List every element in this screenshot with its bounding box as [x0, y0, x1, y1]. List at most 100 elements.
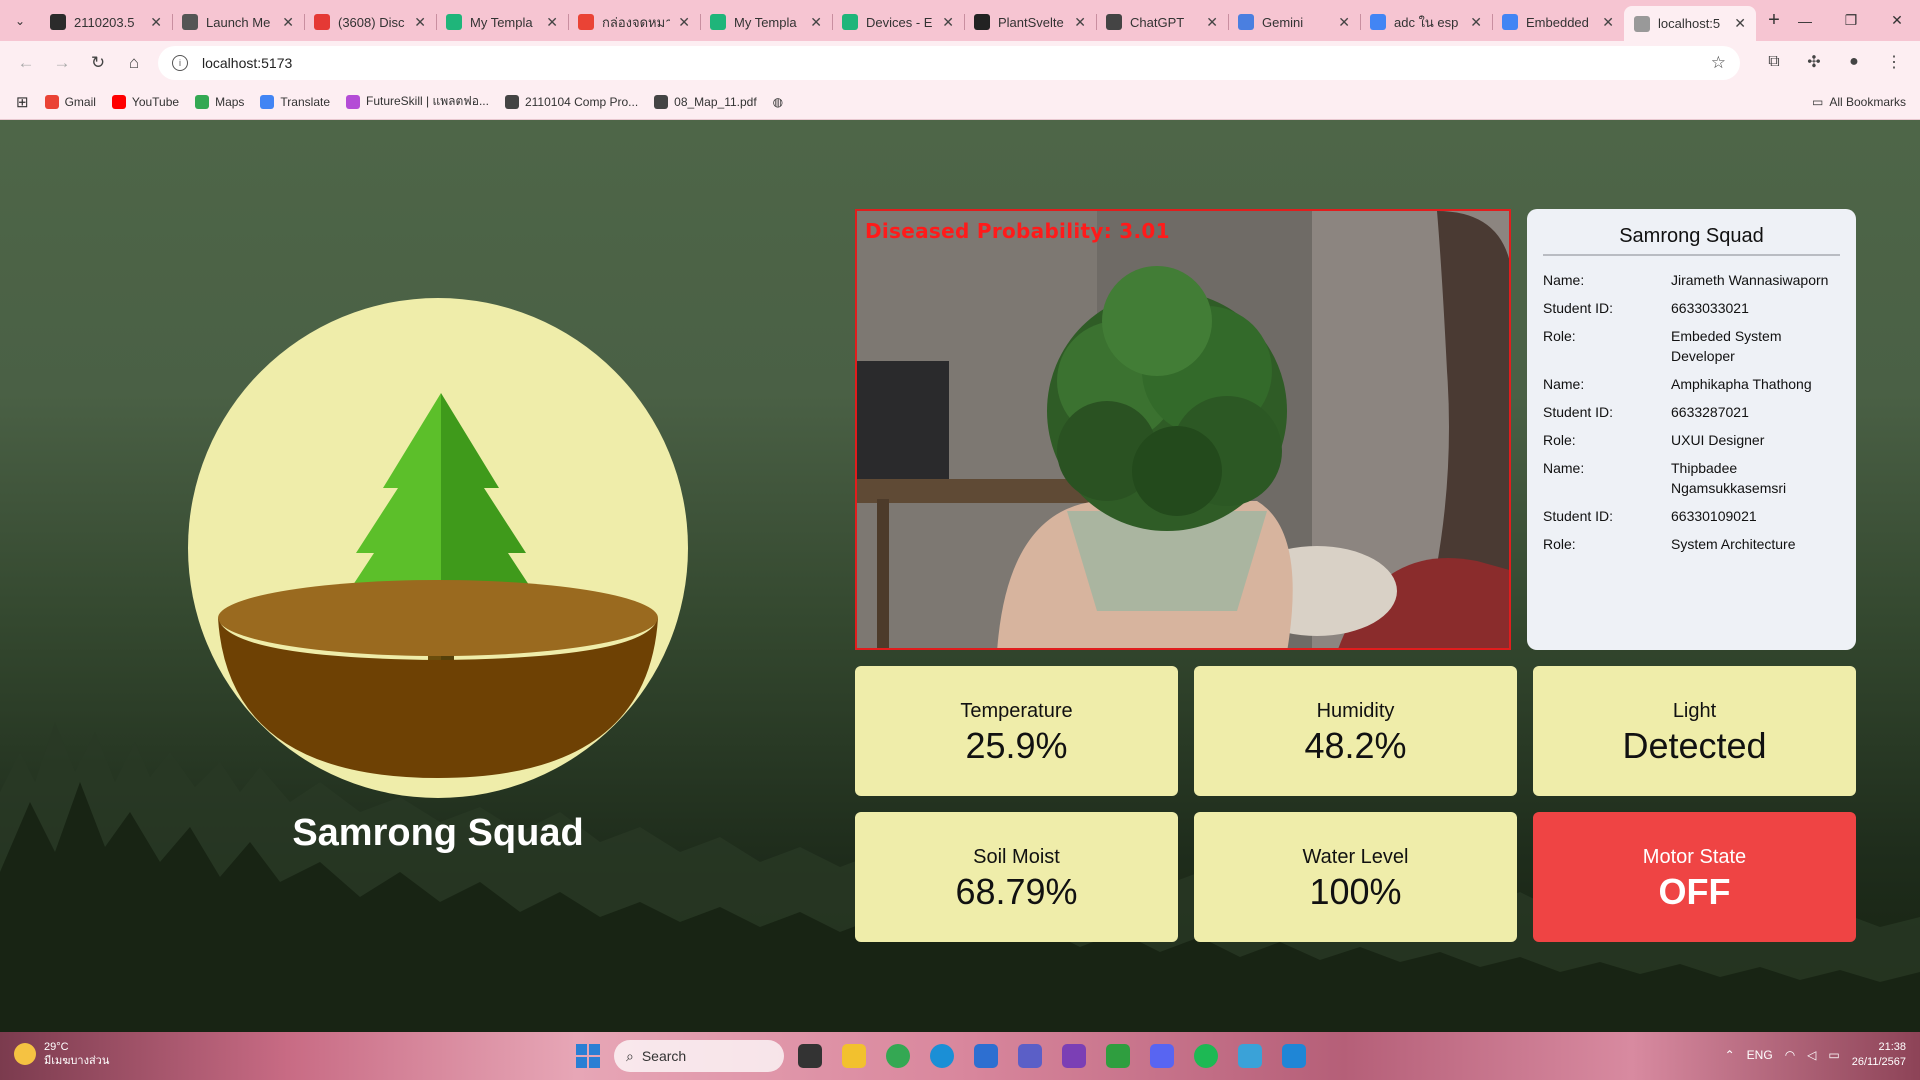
bookmark-item[interactable]: FutureSkill | แพลตฟอ...: [346, 92, 489, 111]
file-explorer-icon[interactable]: [836, 1038, 872, 1074]
stat-label: Light: [1672, 700, 1717, 722]
globe-icon[interactable]: ◍: [773, 95, 783, 109]
wifi-icon[interactable]: ◠: [1785, 1048, 1795, 1062]
tab-close-icon[interactable]: ✕: [942, 14, 954, 31]
tab-close-icon[interactable]: ✕: [810, 14, 822, 31]
member-id-key: Student ID:: [1543, 404, 1614, 420]
tab-close-icon[interactable]: ✕: [678, 14, 690, 31]
browser-tab[interactable]: 2110203.5 ✕: [40, 6, 172, 38]
weather-widget[interactable]: 29°C มีเมฆบางส่วน: [14, 1040, 109, 1068]
stat-value: Detected: [1622, 725, 1767, 766]
bookmark-item[interactable]: Translate: [260, 92, 330, 111]
tab-search-chevron-icon[interactable]: ⌄: [0, 0, 40, 41]
teams-icon[interactable]: [1012, 1038, 1048, 1074]
bookmark-label: FutureSkill | แพลตฟอ...: [366, 94, 489, 108]
back-icon[interactable]: ←: [8, 45, 44, 81]
tab-close-icon[interactable]: ✕: [1338, 14, 1350, 31]
stat-card: Soil Moist 68.79%: [855, 812, 1178, 942]
menu-kebab-icon[interactable]: ⋮: [1876, 44, 1912, 80]
cast-icon[interactable]: ⧉: [1756, 44, 1792, 80]
task-view-icon[interactable]: [792, 1038, 828, 1074]
github-desktop-icon[interactable]: [1056, 1038, 1092, 1074]
bookmark-label: Maps: [215, 94, 245, 109]
all-bookmarks-button[interactable]: ▭ All Bookmarks: [1812, 95, 1906, 109]
battery-icon[interactable]: ▭: [1828, 1048, 1839, 1062]
clock-time: 21:38: [1878, 1041, 1906, 1053]
tab-favicon-icon: [1370, 14, 1386, 30]
spotify-icon[interactable]: [1188, 1038, 1224, 1074]
browser-tab[interactable]: localhost:5 ✕: [1624, 6, 1756, 41]
taskbar-search[interactable]: ⌕ Search: [614, 1040, 784, 1072]
bookmark-item[interactable]: 2110104 Comp Pro...: [504, 92, 639, 111]
volume-icon[interactable]: ◁: [1807, 1048, 1816, 1062]
tab-close-icon[interactable]: ✕: [150, 14, 162, 31]
edge-icon[interactable]: [924, 1038, 960, 1074]
bookmark-star-icon[interactable]: ☆: [1711, 53, 1726, 73]
browser-tab[interactable]: My Templa ✕: [700, 6, 832, 38]
site-info-icon[interactable]: i: [172, 55, 188, 71]
tab-close-icon[interactable]: ✕: [1206, 14, 1218, 31]
member-role-key: Role:: [1543, 328, 1576, 344]
tab-close-icon[interactable]: ✕: [1602, 14, 1614, 31]
tab-close-icon[interactable]: ✕: [546, 14, 558, 31]
browser-tab[interactable]: adc ใน esp ✕: [1360, 6, 1492, 38]
browser-tab[interactable]: กล่องจดหมา ✕: [568, 6, 700, 38]
home-icon[interactable]: ⌂: [116, 45, 152, 81]
language-indicator[interactable]: ENG: [1747, 1048, 1773, 1062]
tab-close-icon[interactable]: ✕: [282, 14, 294, 31]
discord-icon[interactable]: [1144, 1038, 1180, 1074]
camera-image: [857, 211, 1509, 648]
extensions-icon[interactable]: ✣: [1796, 44, 1832, 80]
browser-tab[interactable]: (3608) Disc ✕: [304, 6, 436, 38]
tab-favicon-icon: [842, 14, 858, 30]
app-page: Samrong Squad Diseased Probability: 3.01…: [0, 120, 1920, 1032]
camera-feed: Diseased Probability: 3.01: [855, 209, 1511, 650]
bookmark-item[interactable]: Gmail: [44, 92, 96, 111]
member-id-row: Student ID: 66330109021: [1543, 506, 1840, 526]
taskbar-apps: ⌕ Search: [570, 1038, 1312, 1074]
browser-tab[interactable]: ChatGPT ✕: [1096, 6, 1228, 38]
stat-card: Light Detected: [1533, 666, 1856, 796]
browser-tab[interactable]: Devices - E ✕: [832, 6, 964, 38]
clock[interactable]: 21:38 26/11/2567: [1852, 1040, 1906, 1070]
apps-grid-icon[interactable]: ⊞: [16, 93, 29, 111]
vscode-icon[interactable]: [1276, 1038, 1312, 1074]
start-button[interactable]: [570, 1038, 606, 1074]
stat-label: Humidity: [1316, 700, 1395, 722]
xbox-icon[interactable]: [1100, 1038, 1136, 1074]
forward-icon[interactable]: →: [44, 45, 80, 81]
tab-title: adc ใน esp: [1394, 14, 1459, 30]
address-bar[interactable]: i localhost:5173 ☆: [158, 46, 1740, 80]
bookmark-label: 2110104 Comp Pro...: [524, 94, 639, 109]
store-icon[interactable]: [968, 1038, 1004, 1074]
reload-icon[interactable]: ↻: [80, 45, 116, 81]
browser-tab[interactable]: Embedded ✕: [1492, 6, 1624, 38]
tab-title: My Templa: [734, 14, 797, 30]
chrome-icon[interactable]: [880, 1038, 916, 1074]
url-text[interactable]: localhost:5173: [202, 55, 292, 71]
tab-close-icon[interactable]: ✕: [1734, 15, 1746, 32]
bookmark-favicon-icon: [654, 94, 669, 109]
browser-tab[interactable]: My Templa ✕: [436, 6, 568, 38]
tab-close-icon[interactable]: ✕: [1470, 14, 1482, 31]
browser-tab[interactable]: Launch Me ✕: [172, 6, 304, 38]
browser-tab[interactable]: Gemini ✕: [1228, 6, 1360, 38]
close-window-icon[interactable]: ✕: [1874, 0, 1920, 41]
bookmark-item[interactable]: 08_Map_11.pdf: [654, 92, 757, 111]
notepad-icon[interactable]: [1232, 1038, 1268, 1074]
weather-desc: มีเมฆบางส่วน: [44, 1055, 110, 1067]
profile-icon[interactable]: ●: [1836, 44, 1872, 80]
member-list: Name: Jirameth Wannasiwaporn Student ID: 66…: [1543, 270, 1840, 554]
tab-title: ChatGPT: [1130, 14, 1185, 30]
bookmark-item[interactable]: YouTube: [111, 92, 179, 111]
restore-icon[interactable]: ❐: [1828, 0, 1874, 41]
browser-tab[interactable]: PlantSvelte ✕: [964, 6, 1096, 38]
bookmark-item[interactable]: Maps: [195, 92, 244, 111]
tray-chevron-icon[interactable]: ⌃: [1725, 1048, 1735, 1062]
tab-favicon-icon: [578, 14, 594, 30]
member-id-value: 66330109021: [1671, 508, 1757, 524]
minimize-icon[interactable]: —: [1782, 0, 1828, 41]
member-role-value: Embeded System Developer: [1671, 328, 1782, 364]
tab-close-icon[interactable]: ✕: [1074, 14, 1086, 31]
tab-close-icon[interactable]: ✕: [414, 14, 426, 31]
